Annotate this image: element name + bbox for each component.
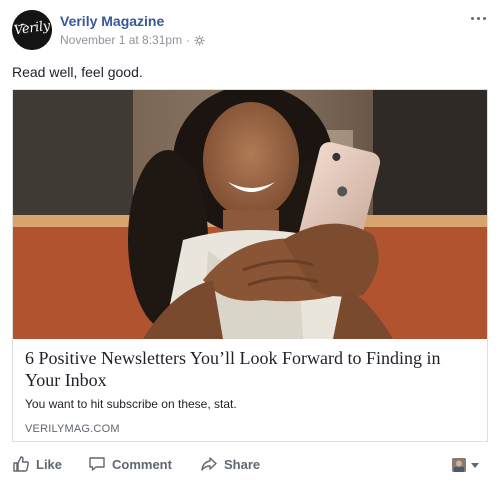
- page-name-link[interactable]: Verily Magazine: [60, 13, 164, 29]
- comment-label: Comment: [112, 456, 172, 472]
- link-domain: VERILYMAG.COM: [25, 423, 120, 435]
- woman-with-phone-photo: [13, 90, 487, 339]
- post-actions-bar: Like Comment Share: [12, 452, 488, 476]
- post-header: Verily Verily Magazine November 1 at 8:3…: [12, 10, 488, 52]
- link-preview-image[interactable]: [13, 90, 487, 339]
- more-dot: [470, 16, 474, 20]
- facebook-post: Verily Verily Magazine November 1 at 8:3…: [0, 0, 500, 484]
- caret-down-icon: [471, 462, 479, 468]
- share-button[interactable]: Share: [200, 452, 260, 476]
- like-button[interactable]: Like: [12, 452, 62, 476]
- page-avatar[interactable]: Verily: [12, 10, 52, 50]
- link-preview-text[interactable]: 6 Positive Newsletters You’ll Look Forwa…: [13, 339, 487, 441]
- post-timestamp[interactable]: November 1 at 8:31pm: [60, 33, 182, 47]
- comment-button[interactable]: Comment: [88, 452, 172, 476]
- more-dot: [482, 16, 486, 20]
- post-message: Read well, feel good.: [12, 64, 143, 80]
- more-dot: [476, 16, 480, 20]
- post-as-selector[interactable]: [452, 456, 488, 474]
- meta-separator: ·: [186, 33, 191, 47]
- share-arrow-icon: [200, 455, 218, 473]
- link-description: You want to hit subscribe on these, stat…: [25, 397, 237, 411]
- like-label: Like: [36, 456, 63, 472]
- thumbs-up-icon: [12, 455, 30, 473]
- speech-bubble-icon: [88, 455, 106, 473]
- user-avatar: [452, 458, 466, 472]
- link-preview-card[interactable]: 6 Positive Newsletters You’ll Look Forwa…: [12, 89, 488, 442]
- globe-icon[interactable]: [194, 35, 205, 46]
- more-options-icon[interactable]: [468, 12, 488, 24]
- share-label: Share: [224, 456, 261, 472]
- post-meta: November 1 at 8:31pm ·: [60, 33, 205, 47]
- link-title[interactable]: 6 Positive Newsletters You’ll Look Forwa…: [25, 347, 475, 391]
